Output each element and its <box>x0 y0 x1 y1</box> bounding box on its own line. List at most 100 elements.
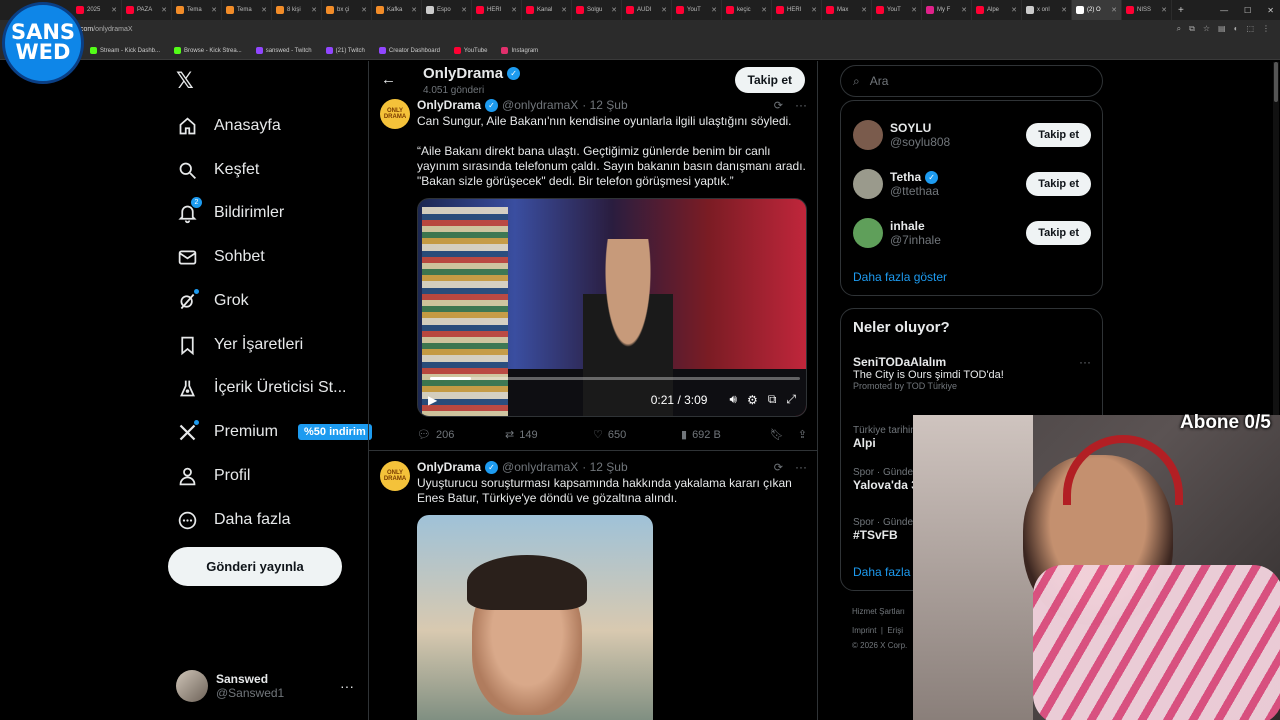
tweet-avatar[interactable]: ONLY DRAMA <box>380 99 410 129</box>
tab-close-icon[interactable]: ✕ <box>661 6 667 14</box>
puzzle-icon[interactable]: ⬚ <box>1246 24 1254 34</box>
new-tab-icon[interactable]: + <box>1172 5 1190 16</box>
tab-close-icon[interactable]: ✕ <box>961 6 967 14</box>
bookmark-icon[interactable]: 🔖︎ <box>770 428 784 441</box>
who-to-follow-item[interactable]: inhale @7inhale Takip et <box>853 215 1091 251</box>
close-icon[interactable]: ✕ <box>1267 6 1274 15</box>
tweet-image[interactable] <box>417 515 653 720</box>
tab-close-icon[interactable]: ✕ <box>1011 6 1017 14</box>
reply-button[interactable]: 💬︎ 206 <box>417 428 505 442</box>
bookmark-item[interactable]: Stream - Kick Dashb... <box>90 47 160 54</box>
who-to-follow-item[interactable]: Tetha ✓ @ttethaa Takip et <box>853 166 1091 202</box>
footer-imprint-link[interactable]: Imprint <box>852 626 876 635</box>
avatar[interactable] <box>853 120 883 150</box>
tab-close-icon[interactable]: ✕ <box>611 6 617 14</box>
scrollbar-thumb[interactable] <box>1274 62 1278 102</box>
follow-button[interactable]: Takip et <box>1026 123 1091 147</box>
tab-close-icon[interactable]: ✕ <box>361 6 367 14</box>
tab-close-icon[interactable]: ✕ <box>861 6 867 14</box>
tab-close-icon[interactable]: ✕ <box>211 6 217 14</box>
promo-badge[interactable]: %50 indirim <box>298 424 372 440</box>
trend-item[interactable]: SeniTODaAlalım The City is Ours şimdi TOD… <box>853 355 1091 391</box>
bookmark-item[interactable]: Instagram <box>501 47 538 54</box>
browser-tab[interactable]: HERI ✕ <box>472 0 522 20</box>
nav-item-grok[interactable]: Grok <box>176 289 249 312</box>
more-options-icon[interactable]: ··· <box>340 678 354 694</box>
address-bar[interactable]: com/onlydramaX ⌕ ⧉ ☆ ▤ ◐ ⬚ ⋮ <box>0 20 1280 42</box>
follow-button[interactable]: Takip et <box>1026 172 1091 196</box>
more-options-icon[interactable]: ··· <box>795 460 807 474</box>
search-input[interactable]: ⌕ Ara <box>840 65 1103 97</box>
browser-tab[interactable]: bx çi ✕ <box>322 0 372 20</box>
browser-tab[interactable]: YouT ✕ <box>872 0 922 20</box>
tab-close-icon[interactable]: ✕ <box>261 6 267 14</box>
bookmark-item[interactable]: YouTube <box>453 47 487 54</box>
extension-icon[interactable]: ▤ <box>1218 24 1226 34</box>
extension-icon[interactable]: ◐ <box>1234 24 1239 34</box>
footer-terms[interactable]: Hizmet Şartları <box>852 607 905 616</box>
browser-tab[interactable]: Solgu ✕ <box>572 0 622 20</box>
bookmark-item[interactable]: Browse - Kick Strea... <box>174 47 242 54</box>
browser-tab[interactable]: AUDI ✕ <box>622 0 672 20</box>
browser-tab[interactable]: keçic ✕ <box>722 0 772 20</box>
tab-close-icon[interactable]: ✕ <box>711 6 717 14</box>
tab-close-icon[interactable]: ✕ <box>1161 6 1167 14</box>
fullscreen-icon[interactable]: ⤢ <box>786 392 796 407</box>
tab-close-icon[interactable]: ✕ <box>311 6 317 14</box>
bookmark-item[interactable]: Creator Dashboard <box>378 47 440 54</box>
minimize-icon[interactable]: — <box>1220 6 1228 15</box>
picture-in-picture-icon[interactable]: ⧉ <box>768 392 777 407</box>
nav-item-search[interactable]: Keşfet <box>176 159 259 181</box>
video-player[interactable]: ▶ 0:21 / 3:09 🔊︎ ⚙ ⧉ ⤢ <box>417 198 807 417</box>
share-icon[interactable]: ⇪ <box>798 428 807 441</box>
browser-tab[interactable]: My F ✕ <box>922 0 972 20</box>
nav-item-x-premium[interactable]: Premium %50 indirim <box>176 420 372 443</box>
browser-tab[interactable]: YouT ✕ <box>672 0 722 20</box>
bookmark-item[interactable]: sanswed - Twitch <box>255 47 312 54</box>
maximize-icon[interactable]: ☐ <box>1244 6 1251 15</box>
back-arrow-icon[interactable]: ← <box>381 71 396 88</box>
tab-close-icon[interactable]: ✕ <box>411 6 417 14</box>
bookmark-item[interactable]: (21) Twitch <box>325 47 365 54</box>
footer-accessibility-link[interactable]: Erişi <box>887 626 903 635</box>
nav-item-mail[interactable]: Sohbet <box>176 246 265 268</box>
tab-close-icon[interactable]: ✕ <box>511 6 517 14</box>
browser-tab[interactable]: x onl ✕ <box>1022 0 1072 20</box>
show-more-link[interactable]: Daha fazla göster <box>853 270 947 284</box>
volume-icon[interactable]: 🔊︎ <box>729 392 737 407</box>
browser-tab[interactable]: 8 kişi ✕ <box>272 0 322 20</box>
nav-item-more-circle[interactable]: Daha fazla <box>176 509 291 531</box>
grok-icon[interactable]: ⟳ <box>774 461 783 474</box>
tab-close-icon[interactable]: ✕ <box>911 6 917 14</box>
more-options-icon[interactable]: ··· <box>795 98 807 112</box>
nav-item-home[interactable]: Anasayfa <box>176 115 281 137</box>
browser-tab[interactable]: (2) O ✕ <box>1072 0 1122 20</box>
nav-item-bell[interactable]: 2 Bildirimler <box>176 197 284 224</box>
menu-icon[interactable]: ⋮ <box>1262 24 1270 34</box>
follow-button[interactable]: Takip et <box>734 67 805 93</box>
tweet-date[interactable]: · 12 Şub <box>582 98 627 112</box>
tab-close-icon[interactable]: ✕ <box>461 6 467 14</box>
tweet-avatar[interactable]: ONLY DRAMA <box>380 461 410 491</box>
nav-item-bookmark[interactable]: Yer İşaretleri <box>176 334 303 356</box>
trends-show-more-link[interactable]: Daha fazla <box>853 565 910 579</box>
account-switcher[interactable]: Sanswed @Sanswed1 ··· <box>176 670 354 702</box>
like-button[interactable]: ♡ 650 <box>593 428 681 442</box>
browser-tab[interactable]: Kafka ✕ <box>372 0 422 20</box>
grok-icon[interactable]: ⟳ <box>774 99 783 112</box>
views-button[interactable]: ▮ 692 B <box>681 428 769 442</box>
x-logo-icon[interactable]: 𝕏 <box>176 70 198 92</box>
more-options-icon[interactable]: ··· <box>1079 355 1091 369</box>
tweet-handle[interactable]: @onlydramaX <box>502 460 578 474</box>
browser-tab[interactable]: Tema ✕ <box>172 0 222 20</box>
nav-item-person[interactable]: Profil <box>176 465 250 487</box>
nav-item-flask[interactable]: İçerik Üreticisi St... <box>176 377 346 399</box>
video-progress-bar[interactable] <box>430 377 800 380</box>
tab-close-icon[interactable]: ✕ <box>1111 6 1117 14</box>
browser-tab[interactable]: 2025 ✕ <box>72 0 122 20</box>
settings-icon[interactable]: ⚙ <box>747 393 758 407</box>
tab-close-icon[interactable]: ✕ <box>1061 6 1067 14</box>
tab-close-icon[interactable]: ✕ <box>811 6 817 14</box>
zoom-icon[interactable]: ⌕ <box>1177 24 1181 34</box>
tab-close-icon[interactable]: ✕ <box>761 6 767 14</box>
